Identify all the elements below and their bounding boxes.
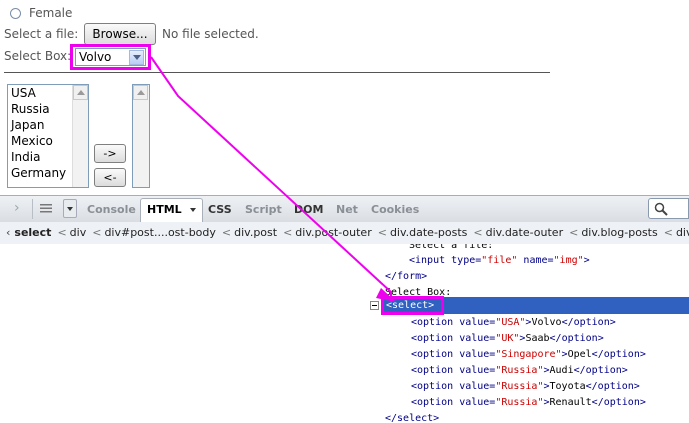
annotation-arrow [150, 56, 396, 302]
annotation-line [150, 56, 392, 302]
annotation-arrowhead [376, 288, 396, 302]
